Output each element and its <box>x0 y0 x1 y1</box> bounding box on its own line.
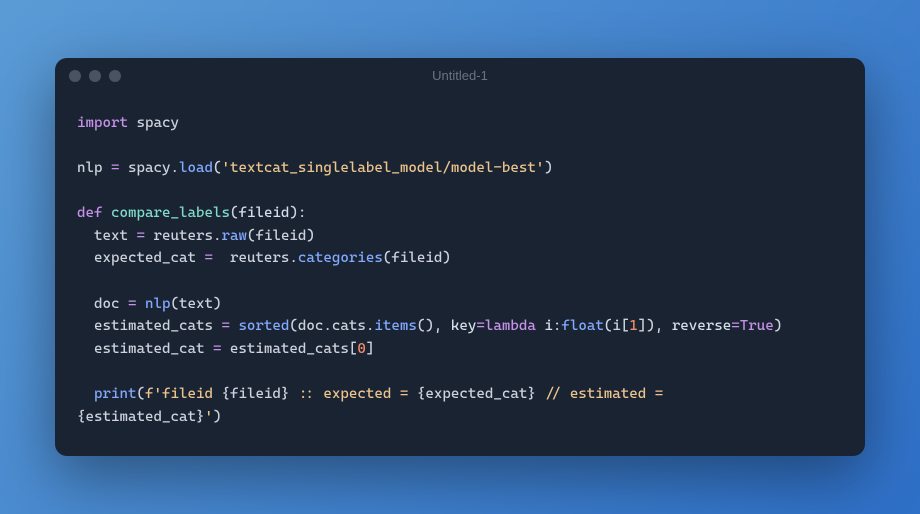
module-name: spacy <box>128 115 179 131</box>
op: = <box>221 318 230 334</box>
fn-call: nlp <box>145 296 171 312</box>
args: (doc <box>289 318 323 334</box>
minimize-icon[interactable] <box>89 70 101 82</box>
args: (text) <box>170 296 221 312</box>
paren: ) <box>213 409 222 425</box>
op: = <box>136 228 145 244</box>
args: (fileid) <box>383 250 451 266</box>
paren: ) <box>774 318 783 334</box>
fstring-expr: {expected_cat} <box>417 386 536 402</box>
dot: . <box>323 318 332 334</box>
paren: ): <box>289 205 306 221</box>
args: (i[ <box>604 318 630 334</box>
param: fileid <box>238 205 289 221</box>
args: (fileid) <box>247 228 315 244</box>
op: = <box>731 318 740 334</box>
var: nlp <box>77 160 111 176</box>
fstring-expr: {estimated_cat} <box>77 409 204 425</box>
fn-call: categories <box>298 250 383 266</box>
traffic-lights <box>69 70 121 82</box>
attr: cats <box>332 318 366 334</box>
kwarg: key <box>451 318 477 334</box>
kw-true: True <box>740 318 774 334</box>
args: ]), <box>638 318 672 334</box>
code-content[interactable]: import spacy nlp = spacy.load('textcat_s… <box>55 94 865 457</box>
var: estimated_cats <box>77 318 221 334</box>
fn-name: compare_labels <box>111 205 230 221</box>
close-icon[interactable] <box>69 70 81 82</box>
space <box>136 296 145 312</box>
fstring: f'fileid <box>145 386 221 402</box>
param: i <box>544 318 553 334</box>
fstring: ' <box>204 409 213 425</box>
fstring-expr: {fileid} <box>221 386 289 402</box>
number: 0 <box>357 341 366 357</box>
var: expected_cat <box>77 250 204 266</box>
op: = <box>204 250 213 266</box>
var: reuters <box>145 228 213 244</box>
var: text <box>77 228 136 244</box>
var: estimated_cat <box>77 341 213 357</box>
builtin: float <box>561 318 603 334</box>
var: reuters <box>213 250 289 266</box>
op: = <box>476 318 485 334</box>
window-title: Untitled-1 <box>55 68 865 83</box>
kw-lambda: lambda <box>485 318 536 334</box>
kw-def: def <box>77 205 103 221</box>
builtin: print <box>94 386 136 402</box>
fn-call: items <box>374 318 416 334</box>
editor-window: Untitled-1 import spacy nlp = spacy.load… <box>55 58 865 457</box>
paren: ( <box>136 386 145 402</box>
builtin: sorted <box>238 318 289 334</box>
space <box>103 205 112 221</box>
module-ref: spacy <box>119 160 170 176</box>
dot: . <box>170 160 179 176</box>
kw-import: import <box>77 115 128 131</box>
fn-call: load <box>179 160 213 176</box>
dot: . <box>289 250 298 266</box>
bracket: ] <box>366 341 375 357</box>
var: estimated_cats[ <box>221 341 357 357</box>
kwarg: reverse <box>672 318 731 334</box>
titlebar: Untitled-1 <box>55 58 865 94</box>
maximize-icon[interactable] <box>109 70 121 82</box>
paren: ) <box>544 160 553 176</box>
fn-call: raw <box>221 228 247 244</box>
indent <box>77 386 94 402</box>
number: 1 <box>629 318 638 334</box>
fstring: :: expected = <box>289 386 416 402</box>
string: 'textcat_singlelabel_model/model-best' <box>221 160 544 176</box>
args: (), <box>417 318 451 334</box>
fstring: // estimated = <box>536 386 672 402</box>
var: doc <box>77 296 128 312</box>
